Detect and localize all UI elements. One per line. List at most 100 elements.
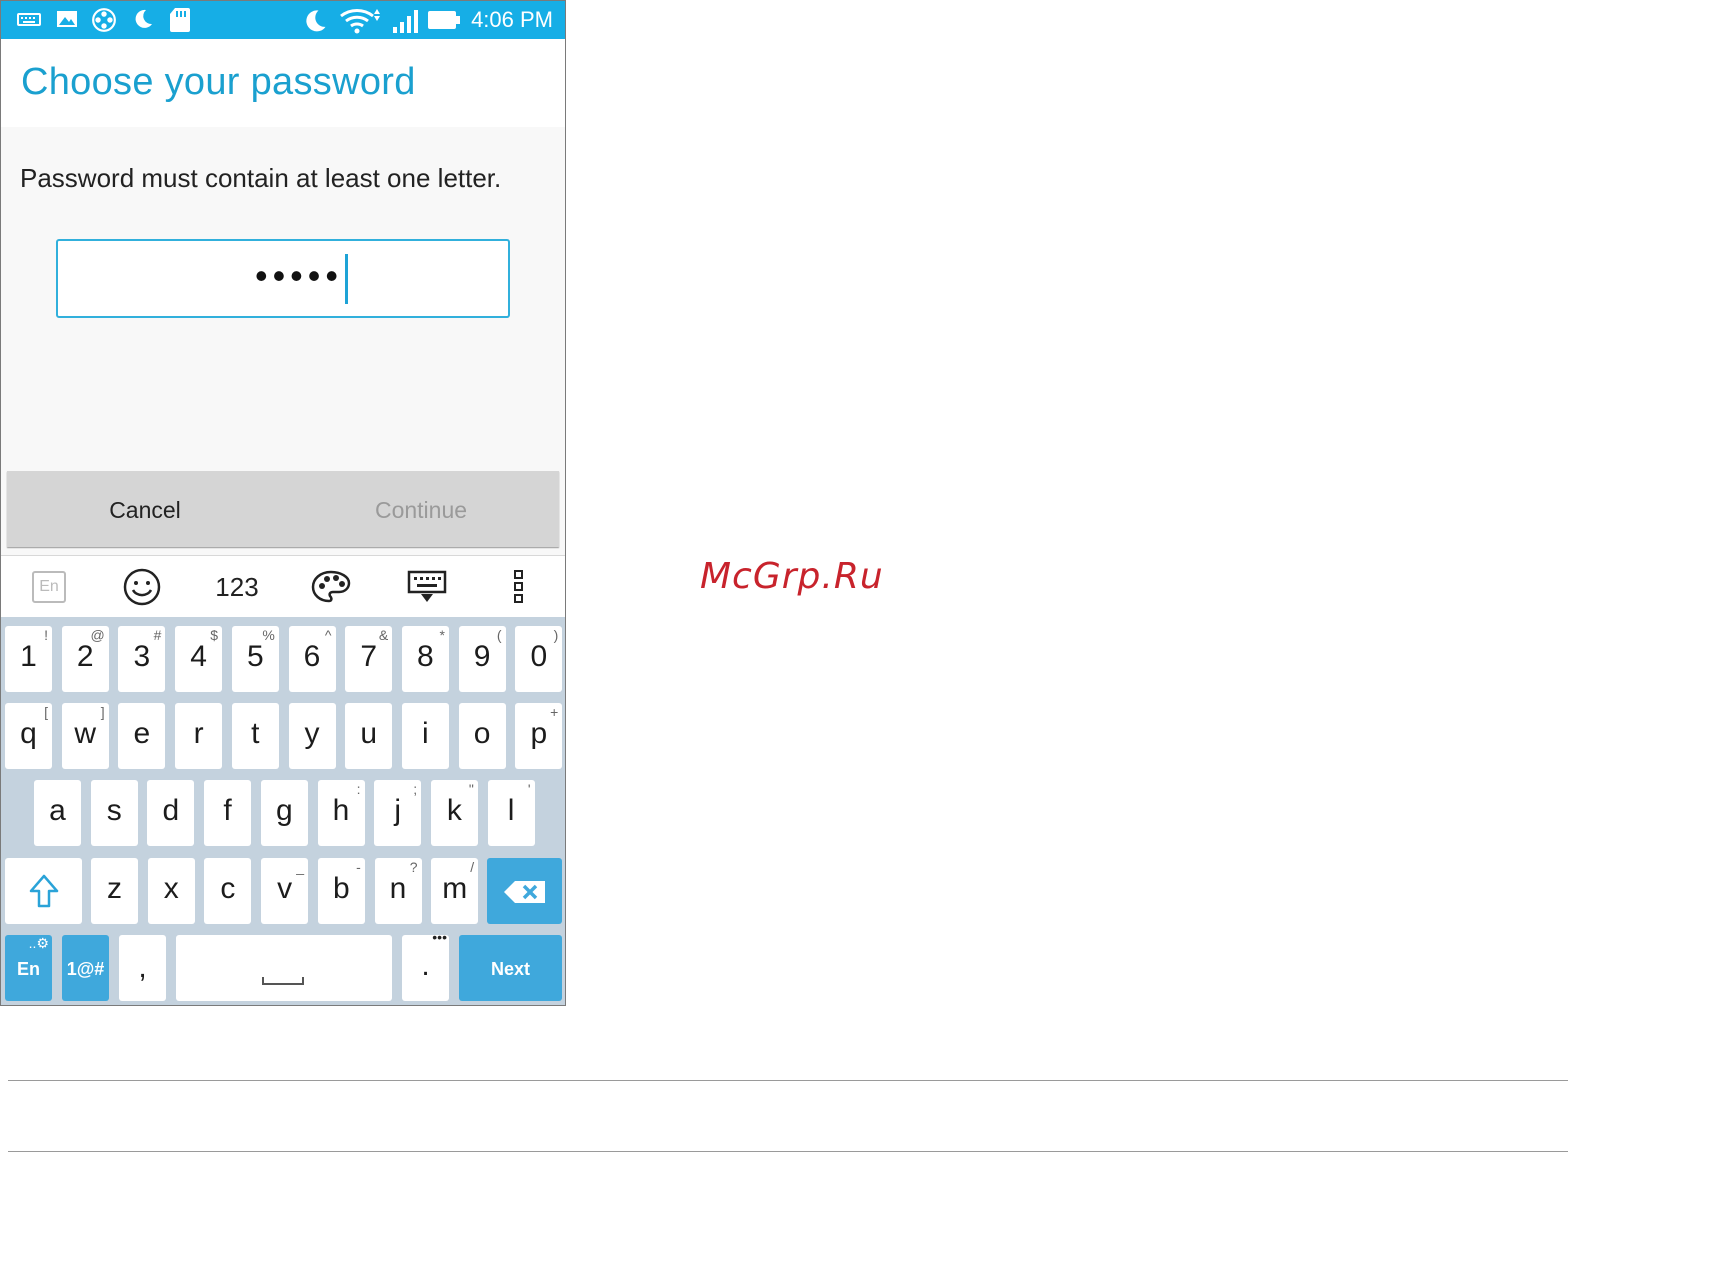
next-key[interactable]: Next [459, 935, 562, 1001]
key-7[interactable]: & 7 [345, 626, 393, 692]
key-3[interactable]: #3 [118, 626, 166, 692]
key-label: m [442, 872, 468, 905]
key-o[interactable]: o [458, 703, 506, 769]
key-2[interactable]: @2 [61, 626, 109, 692]
cancel-button[interactable]: Cancel [7, 471, 283, 547]
key-n[interactable]: ? n [374, 858, 422, 924]
hide-keyboard-icon [407, 570, 447, 602]
key-label: f [223, 794, 232, 827]
next-key-label: Next [490, 959, 530, 979]
key-label: a [49, 794, 66, 827]
key-label: 3 [133, 640, 151, 673]
sd-card-icon [169, 7, 191, 38]
shift-key[interactable] [5, 858, 82, 924]
key-v[interactable]: _ v [261, 858, 309, 924]
key-label: 5 [246, 640, 264, 673]
key-j[interactable]: ; j [374, 780, 422, 846]
symbols-key[interactable]: 1@# [62, 935, 109, 1001]
key-h[interactable]: :h [317, 780, 365, 846]
language-icon: En [32, 571, 66, 603]
language-key[interactable]: ..⚙ En [5, 935, 52, 1001]
password-input[interactable]: ••••• [56, 239, 510, 318]
key-1[interactable]: ! 1 [5, 626, 52, 692]
period-key[interactable]: ••• . [402, 929, 449, 1001]
key-e[interactable]: e [118, 703, 166, 769]
key-label: 2 [76, 640, 94, 673]
hide-keyboard-button[interactable] [399, 556, 455, 618]
language-toggle[interactable]: En [25, 556, 73, 618]
key-0[interactable]: ) 0 [515, 626, 563, 692]
key-p[interactable]: + p [515, 703, 563, 769]
key-label: n [389, 872, 407, 905]
key-label: v [277, 872, 293, 905]
theme-palette-icon [311, 570, 351, 603]
key-label: p [530, 717, 548, 750]
key-a[interactable]: a [34, 780, 81, 846]
period-key-label: . [421, 949, 430, 982]
key-w[interactable]: ] w [61, 703, 109, 769]
key-label: 9 [473, 640, 491, 673]
status-time: 4:06 PM [471, 7, 553, 32]
keyboard-toolbar: En 123 [1, 555, 565, 618]
dialog-button-bar: Cancel Continue [7, 471, 559, 547]
key-6[interactable]: ^ 6 [288, 626, 336, 692]
key-l[interactable]: ' l [487, 780, 535, 846]
key-label: q [20, 717, 37, 750]
key-u[interactable]: u [345, 703, 393, 769]
key-label: t [251, 717, 260, 750]
key-label: 1 [20, 640, 37, 673]
continue-button[interactable]: Continue [283, 471, 559, 547]
key-c[interactable]: c [204, 858, 252, 924]
numbers-button[interactable]: 123 [207, 556, 267, 618]
space-key[interactable] [176, 935, 392, 1001]
emoji-button[interactable] [115, 556, 169, 618]
settings-gear-icon: ..⚙ [28, 935, 49, 951]
backspace-icon [504, 881, 545, 903]
backspace-key[interactable] [487, 858, 562, 924]
key-s[interactable]: s [90, 780, 138, 846]
theme-button[interactable] [303, 556, 359, 618]
key-t[interactable]: t [231, 703, 279, 769]
key-label: l [507, 794, 515, 827]
key-5[interactable]: % 5 [231, 626, 279, 692]
key-i[interactable]: i [401, 703, 449, 769]
key-9[interactable]: (9 [458, 626, 506, 692]
phone-screen: 4:06 PM Choose your password Password mu… [0, 0, 566, 1006]
soft-keyboard: ! 1 @2 #3 $4% 5 ^ 6 & 7 * 8(9) 0 [q] w e r t y u i o + p a s d f g… [1, 617, 565, 1005]
key-k[interactable]: " k [430, 780, 478, 846]
key-q[interactable]: [q [5, 703, 52, 769]
more-options-button[interactable] [501, 556, 537, 618]
key-label: e [133, 717, 151, 750]
key-label: w [74, 717, 97, 750]
key-b[interactable]: -b [317, 858, 365, 924]
key-label: i [422, 717, 429, 750]
comma-key[interactable]: , [119, 935, 166, 1001]
key-label: 4 [190, 640, 207, 673]
key-label: z [107, 872, 122, 905]
film-reel-icon [91, 7, 117, 38]
key-d[interactable]: d [147, 780, 195, 846]
key-label: k [446, 794, 462, 827]
key-y[interactable]: y [288, 703, 336, 769]
key-label: s [106, 794, 122, 827]
key-label: b [332, 872, 350, 905]
moon-icon [131, 7, 155, 36]
key-r[interactable]: r [175, 703, 223, 769]
key-label: 6 [303, 640, 321, 673]
key-label: x [163, 872, 179, 905]
key-f[interactable]: f [204, 780, 252, 846]
key-z[interactable]: z [91, 858, 138, 924]
key-g[interactable]: g [260, 780, 308, 846]
key-label: d [162, 794, 180, 827]
key-label: y [304, 717, 320, 750]
key-label: o [473, 717, 491, 750]
key-label: h [332, 794, 350, 827]
key-4[interactable]: $4 [175, 626, 223, 692]
wifi-icon [339, 7, 383, 40]
key-label: g [275, 794, 293, 827]
language-key-label: En [16, 959, 40, 979]
symbols-key-label: 1@# [66, 959, 105, 979]
key-8[interactable]: * 8 [401, 626, 449, 692]
key-m[interactable]: / m [431, 858, 479, 924]
key-x[interactable]: x [147, 858, 195, 924]
